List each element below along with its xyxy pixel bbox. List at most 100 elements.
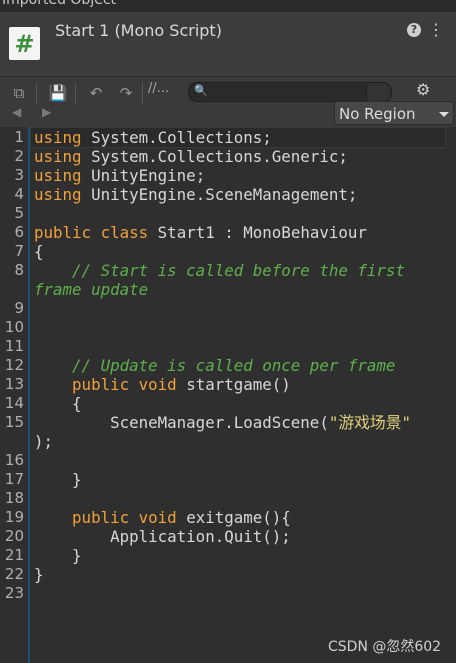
keyword-token: using [34,147,82,166]
hash-glyph: # [14,29,35,58]
line-number: 5 [14,204,24,222]
keyword-token: using [34,185,82,204]
code-token: Start1 : MonoBehaviour [148,223,367,242]
watermark: CSDN @忽然602 [328,639,442,655]
help-icon[interactable]: ? [407,23,421,37]
forward-arrow-icon[interactable]: ▶ [42,105,51,119]
code-line: { [34,242,44,261]
code-token: Application.Quit(); [34,527,291,546]
line-number-gutter: 1 2 3 4 5 6 7 8 9 10 11 12 13 14 15 16 17 18 19 20 21 22 23 [0,127,30,663]
code-line: public void startgame() [34,375,291,394]
line-number: 8 [14,261,24,279]
keyword-token: public [72,508,130,527]
inspector-title-text: Imported Object [2,0,117,8]
code-token: startgame() [176,375,291,394]
open-file-icon[interactable]: ⧉ [8,82,30,104]
code-line: // Update is called once per frame [34,356,395,375]
code-line: Application.Quit(); [34,527,291,546]
line-number: 1 [14,128,24,146]
script-header: # Start 1 (Mono Script) ? ⋮ [0,12,456,77]
region-dropdown-label: No Region [339,105,416,123]
csharp-script-icon: # [9,27,40,60]
back-arrow-icon[interactable]: ◀ [12,105,21,119]
comment-token: frame update [34,280,149,299]
code-line: } [34,546,82,565]
line-number: 13 [4,375,24,393]
line-number: 19 [4,508,24,526]
script-title: Start 1 (Mono Script) [55,21,222,40]
search-icon: 🔍 [194,84,208,97]
keyword-token: void [138,508,177,527]
more-vert-icon[interactable]: ⋮ [428,21,444,39]
code-line: using UnityEngine; [34,166,205,185]
redo-icon[interactable]: ↷ [115,82,137,104]
line-number: 3 [14,166,24,184]
code-line: SceneManager.LoadScene("游戏场景" [34,413,411,432]
toolbar-divider [142,82,143,104]
line-number: 21 [4,546,24,564]
code-editor[interactable]: 1 2 3 4 5 6 7 8 9 10 11 12 13 14 15 16 17 18 19 20 21 22 23 us… [0,127,456,663]
keyword-token: using [34,128,82,147]
code-token: System.Collections; [81,128,272,147]
code-line: { [34,394,82,413]
code-line: // Start is called before the first [34,261,405,280]
line-number: 11 [4,337,24,355]
line-number: 22 [4,565,24,583]
toolbar-divider [36,82,37,104]
gear-icon[interactable]: ⚙ [416,80,430,99]
line-number: 12 [4,356,24,374]
code-line: frame update [34,280,148,299]
line-number: 2 [14,147,24,165]
comment-token: // Start is called before the first [34,261,405,280]
code-token: } [34,546,82,565]
undo-icon[interactable]: ↶ [85,82,107,104]
code-line: } [34,565,44,584]
chevron-down-icon [439,112,449,117]
code-token: { [34,242,44,261]
code-token: SceneManager.LoadScene( [34,413,329,432]
line-number: 6 [14,223,24,241]
code-token: UnityEngine.SceneManagement; [81,185,358,204]
line-number: 17 [4,470,24,488]
line-number: 14 [4,394,24,412]
keyword-token: public [72,375,130,394]
code-line: public class Start1 : MonoBehaviour [34,223,367,242]
search-input[interactable]: 🔍 [188,82,392,102]
line-number: 7 [14,242,24,260]
string-token: "游戏场景" [328,413,412,432]
line-number: 9 [14,299,24,317]
code-line: using UnityEngine.SceneManagement; [34,185,357,204]
comment-token: // Update is called once per frame [34,356,396,375]
line-number: 15 [4,413,24,431]
keyword-token: class [100,223,149,242]
line-number: 10 [4,318,24,336]
line-number: 23 [4,584,24,602]
code-area[interactable]: using System.Collections; using System.Co… [30,127,456,663]
code-token: exitgame(){ [176,508,291,527]
code-token: UnityEngine; [81,166,206,185]
code-line: public void exitgame(){ [34,508,291,527]
inspector-title-strip: Imported Object [0,0,456,12]
code-line: } [34,470,82,489]
code-token: } [34,565,44,584]
code-token: { [34,394,82,413]
line-number: 18 [4,489,24,507]
keyword-token: public [34,223,92,242]
code-line: using System.Collections; [34,128,272,147]
code-token: System.Collections.Generic; [81,147,348,166]
region-dropdown[interactable]: No Region [334,101,454,125]
line-number: 16 [4,451,24,469]
line-number: 20 [4,527,24,545]
toggle-comment-button[interactable]: //... [148,81,169,96]
code-token: ); [34,432,54,451]
toolbar-divider [75,82,76,104]
save-icon[interactable]: 💾 [47,82,69,104]
code-line: ); [34,432,53,451]
search-cancel-cap[interactable] [366,83,391,101]
editor-toolbar: ⧉ 💾 ↶ ↷ //... 🔍 ⚙ ◀ ▶ No Region [0,77,456,127]
line-number: 4 [14,185,24,203]
